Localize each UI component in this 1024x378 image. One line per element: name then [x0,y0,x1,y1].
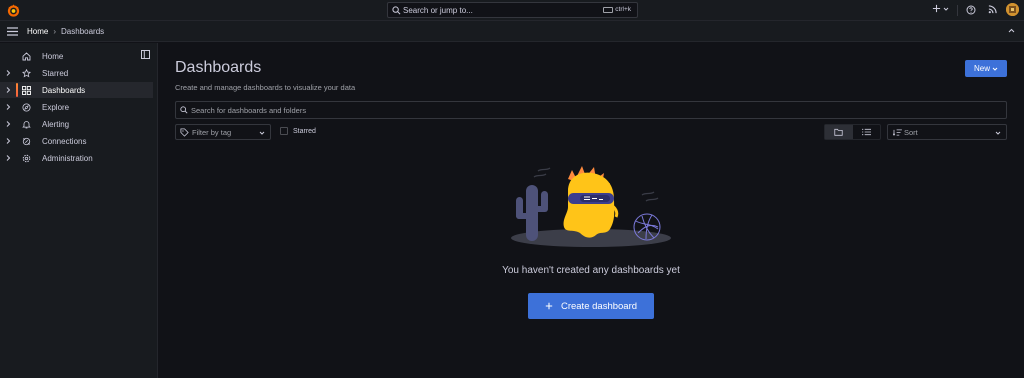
chevron-right-icon[interactable] [6,138,11,144]
home-icon [22,52,31,61]
empty-state-illustration [510,161,672,249]
sidebar-item-home[interactable]: Home [0,48,153,64]
chevron-right-icon[interactable] [6,121,11,127]
plus-icon [932,4,941,13]
sidebar-item-label: Alerting [42,120,70,129]
chevron-right-icon[interactable] [6,87,11,93]
sort-select[interactable]: Sort [887,124,1007,140]
search-placeholder: Search or jump to... [403,6,473,15]
chevron-down-icon [992,67,998,71]
new-button-label: New [973,64,990,73]
starred-label: Starred [293,127,316,135]
news-icon[interactable] [988,5,997,14]
search-icon [392,6,401,15]
sidebar-item-label: Connections [42,137,87,146]
top-bar: Search or jump to... ctrl+k [0,0,1024,21]
star-icon [22,69,31,78]
search-placeholder: Search for dashboards and folders [191,106,307,115]
list-view-button[interactable] [853,125,881,139]
breadcrumb-bar: Home › Dashboards [0,21,1024,42]
sidebar-item-connections[interactable]: Connections [0,133,153,149]
help-icon[interactable] [966,5,976,15]
page-title: Dashboards [175,59,262,76]
chevron-down-icon [943,7,949,11]
keyboard-icon [603,7,614,13]
search-input[interactable]: Search or jump to... ctrl+k [387,2,638,18]
add-new-button[interactable] [932,4,949,13]
search-icon [180,106,188,114]
sort-icon [893,129,902,136]
sort-placeholder: Sort [904,128,918,137]
bell-icon [22,120,31,129]
starred-filter[interactable]: Starred [280,127,316,135]
breadcrumb-current: Dashboards [61,27,105,36]
grafana-logo-icon[interactable] [6,3,21,18]
empty-state-message: You haven't created any dashboards yet [502,265,680,276]
folder-icon [834,128,843,136]
sidebar-item-administration[interactable]: Administration [0,150,153,166]
keyboard-shortcut-hint: ctrl+k [600,5,634,15]
create-dashboard-button[interactable]: Create dashboard [528,293,654,319]
divider [957,5,958,16]
sidebar-item-starred[interactable]: Starred [0,65,153,81]
breadcrumb-home[interactable]: Home [27,27,48,36]
chevron-down-icon [259,130,265,136]
new-button[interactable]: New [965,60,1007,77]
plug-icon [22,137,31,146]
compass-icon [22,103,31,112]
view-mode-toggle [824,124,881,140]
sidebar-item-label: Explore [42,103,70,112]
folder-view-button[interactable] [825,125,853,139]
create-dashboard-label: Create dashboard [560,300,638,312]
avatar[interactable] [1006,3,1019,16]
sidebar-item-dashboards[interactable]: Dashboards [0,82,153,98]
sidebar-item-explore[interactable]: Explore [0,99,153,115]
tag-filter-placeholder: Filter by tag [192,128,232,137]
breadcrumb-separator: › [53,27,57,36]
sidebar-item-alerting[interactable]: Alerting [0,116,153,132]
chevron-up-icon[interactable] [1008,28,1015,33]
breadcrumb: Home › Dashboards [27,27,104,36]
tag-filter-select[interactable]: Filter by tag [175,124,271,140]
menu-icon[interactable] [7,27,18,36]
chevron-right-icon[interactable] [6,104,11,110]
shortcut-label: ctrl+k [615,6,631,13]
tag-icon [180,128,189,137]
chevron-right-icon[interactable] [6,70,11,76]
sidebar: Home Starred Dashboards Explore Alerting [0,43,158,378]
cog-icon [22,154,31,163]
starred-checkbox[interactable] [280,127,288,135]
sidebar-item-label: Administration [42,154,93,163]
chevron-down-icon [995,130,1001,136]
dashboard-search-input[interactable]: Search for dashboards and folders [175,101,1007,119]
active-indicator [16,83,18,97]
plus-icon [545,302,553,310]
page-subtitle: Create and manage dashboards to visualiz… [175,83,356,92]
main-content: Dashboards Create and manage dashboards … [158,43,1024,378]
sidebar-item-label: Home [42,52,64,61]
list-icon [861,128,871,136]
chevron-right-icon[interactable] [6,155,11,161]
sidebar-item-label: Starred [42,69,69,78]
apps-icon [22,86,31,95]
sidebar-item-label: Dashboards [42,86,86,95]
